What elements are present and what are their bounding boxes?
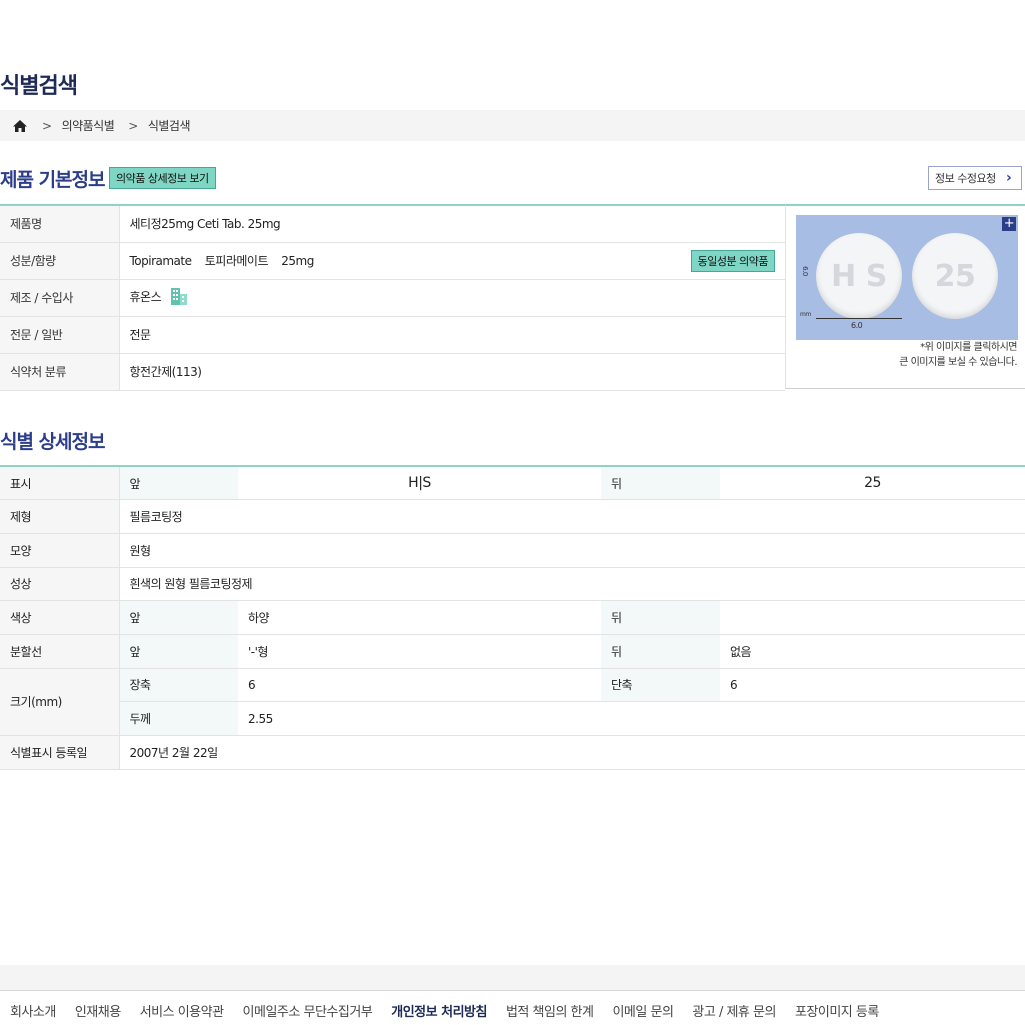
row-label: 식약처 분류 — [0, 353, 120, 391]
chevron-right-icon: › — [1006, 170, 1012, 186]
row-label: 제품명 — [0, 205, 120, 243]
rx-type: 전문 — [119, 316, 785, 354]
pill-front-text: H S — [831, 258, 887, 294]
front-label: 앞 — [119, 466, 238, 501]
footer-link-privacy[interactable]: 개인정보 처리방침 — [391, 1001, 487, 1020]
row-label: 분할선 — [0, 634, 120, 669]
short-axis-value: 6 — [720, 668, 1025, 703]
row-label: 식별표시 등록일 — [0, 735, 120, 770]
pill-width-label: 6.0 — [851, 321, 863, 330]
table-row: 제품명 세티정25mg Ceti Tab. 25mg — [0, 205, 785, 243]
footer-link[interactable]: 인재채용 — [75, 1001, 121, 1020]
footer-links: 회사소개 인재채용 서비스 이용약관 이메일주소 무단수집거부 개인정보 처리방… — [0, 1001, 1025, 1020]
table-row: 성상 흰색의 원형 필름코팅정제 — [0, 567, 1025, 602]
row-label: 제형 — [0, 499, 120, 534]
footer-band — [0, 965, 1025, 991]
footer-link[interactable]: 서비스 이용약관 — [140, 1001, 224, 1020]
row-label: 성분/함량 — [0, 242, 120, 280]
manufacturer-cell: 휴온스 — [119, 279, 785, 317]
table-row: 두께 2.55 — [0, 701, 1025, 736]
image-note: *위 이미지를 클릭하시면 큰 이미지를 보실 수 있습니다. — [899, 340, 1017, 370]
table-row: 분할선 앞 '-'형 뒤 없음 — [0, 634, 1025, 669]
marking-back: 25 — [720, 466, 1025, 501]
short-axis-label: 단축 — [601, 668, 720, 703]
footer-link[interactable]: 이메일 문의 — [612, 1001, 673, 1020]
pill-height-label: 6.0 — [800, 266, 809, 276]
pill-image[interactable]: H S 25 6.0 mm 6.0 + — [796, 215, 1018, 340]
color-front: 하양 — [238, 600, 601, 635]
thickness-value: 2.55 — [238, 701, 1025, 736]
edit-request-button[interactable]: 정보 수정요청 › — [928, 166, 1022, 190]
thickness-label: 두께 — [119, 701, 238, 736]
row-label: 표시 — [0, 466, 120, 501]
footer-link[interactable]: 회사소개 — [10, 1001, 56, 1020]
appearance-value: 흰색의 원형 필름코팅정제 — [119, 567, 1025, 602]
pill-image-box: H S 25 6.0 mm 6.0 + *위 이미지를 클릭하시면 큰 이미지를… — [785, 204, 1025, 389]
zoom-plus-icon[interactable]: + — [1002, 217, 1016, 231]
table-row: 크기(mm) 장축 6 단축 6 — [0, 668, 1025, 737]
pill-front: H S — [816, 233, 902, 319]
ingredient-cell: Topiramate 토피라메이트 25mg 동일성분 의약품 — [119, 242, 785, 280]
row-label: 모양 — [0, 533, 120, 568]
form-value: 필름코팅정 — [119, 499, 1025, 534]
long-axis-label: 장축 — [119, 668, 238, 703]
table-row: 성분/함량 Topiramate 토피라메이트 25mg 동일성분 의약품 — [0, 242, 785, 280]
image-note-line: 큰 이미지를 보실 수 있습니다. — [899, 357, 1017, 368]
breadcrumb-item[interactable]: 의약품식별 — [62, 117, 115, 134]
row-label: 제조 / 수입사 — [0, 279, 120, 317]
registration-date: 2007년 2월 22일 — [119, 735, 1025, 770]
chevron-right-icon: > — [42, 118, 52, 133]
manufacturer-value: 휴온스 — [129, 290, 162, 304]
table-row: 전문 / 일반 전문 — [0, 316, 785, 354]
table-row: 식별표시 등록일 2007년 2월 22일 — [0, 735, 1025, 770]
image-note-line: *위 이미지를 클릭하시면 — [920, 342, 1017, 353]
detail-info-table: 표시 앞 H|S 뒤 25 제형 필름코팅정 모양 원형 성상 흰색의 원형 필… — [0, 465, 1025, 770]
section-title-detail: 식별 상세정보 — [0, 431, 105, 453]
row-label: 색상 — [0, 600, 120, 635]
edit-request-label: 정보 수정요청 — [935, 172, 996, 185]
mfds-class: 항전간제(113) — [119, 353, 785, 391]
pill-mm-label: mm — [800, 311, 811, 318]
pill-back-text: 25 — [934, 258, 976, 294]
drug-detail-button[interactable]: 의약품 상세정보 보기 — [109, 167, 216, 189]
color-back — [720, 600, 1025, 635]
footer-link[interactable]: 법적 책임의 한계 — [506, 1001, 594, 1020]
pill-dimension-line — [816, 318, 902, 319]
home-icon[interactable] — [12, 118, 28, 134]
product-name: 세티정25mg Ceti Tab. 25mg — [119, 205, 785, 243]
footer-link[interactable]: 광고 / 제휴 문의 — [692, 1001, 776, 1020]
building-icon[interactable] — [170, 286, 188, 309]
ingredient-value: Topiramate 토피라메이트 25mg — [129, 254, 315, 268]
back-label: 뒤 — [601, 634, 720, 669]
footer-link[interactable]: 포장이미지 등록 — [795, 1001, 879, 1020]
row-label: 크기(mm) — [0, 668, 120, 737]
table-row: 식약처 분류 항전간제(113) — [0, 353, 785, 391]
score-back: 없음 — [720, 634, 1025, 669]
front-label: 앞 — [119, 600, 238, 635]
table-row: 모양 원형 — [0, 533, 1025, 568]
shape-value: 원형 — [119, 533, 1025, 568]
breadcrumb: > 의약품식별 > 식별검색 — [0, 110, 1025, 141]
basic-info-table: 제품명 세티정25mg Ceti Tab. 25mg 성분/함량 Topiram… — [0, 204, 785, 391]
footer-link[interactable]: 이메일주소 무단수집거부 — [243, 1001, 373, 1020]
section-title-basic: 제품 기본정보 — [0, 169, 105, 191]
table-row: 제형 필름코팅정 — [0, 499, 1025, 534]
table-row: 표시 앞 H|S 뒤 25 — [0, 466, 1025, 501]
row-label: 성상 — [0, 567, 120, 602]
pill-back: 25 — [912, 233, 998, 319]
back-label: 뒤 — [601, 466, 720, 501]
marking-front: H|S — [238, 466, 601, 501]
score-front: '-'형 — [238, 634, 601, 669]
page-title: 식별검색 — [0, 74, 78, 99]
breadcrumb-item[interactable]: 식별검색 — [148, 117, 191, 134]
back-label: 뒤 — [601, 600, 720, 635]
chevron-right-icon: > — [128, 118, 138, 133]
row-label: 전문 / 일반 — [0, 316, 120, 354]
same-ingredient-button[interactable]: 동일성분 의약품 — [690, 249, 775, 272]
front-label: 앞 — [119, 634, 238, 669]
long-axis-value: 6 — [238, 668, 601, 703]
table-row: 제조 / 수입사 휴온스 — [0, 279, 785, 317]
table-row: 색상 앞 하양 뒤 — [0, 600, 1025, 635]
